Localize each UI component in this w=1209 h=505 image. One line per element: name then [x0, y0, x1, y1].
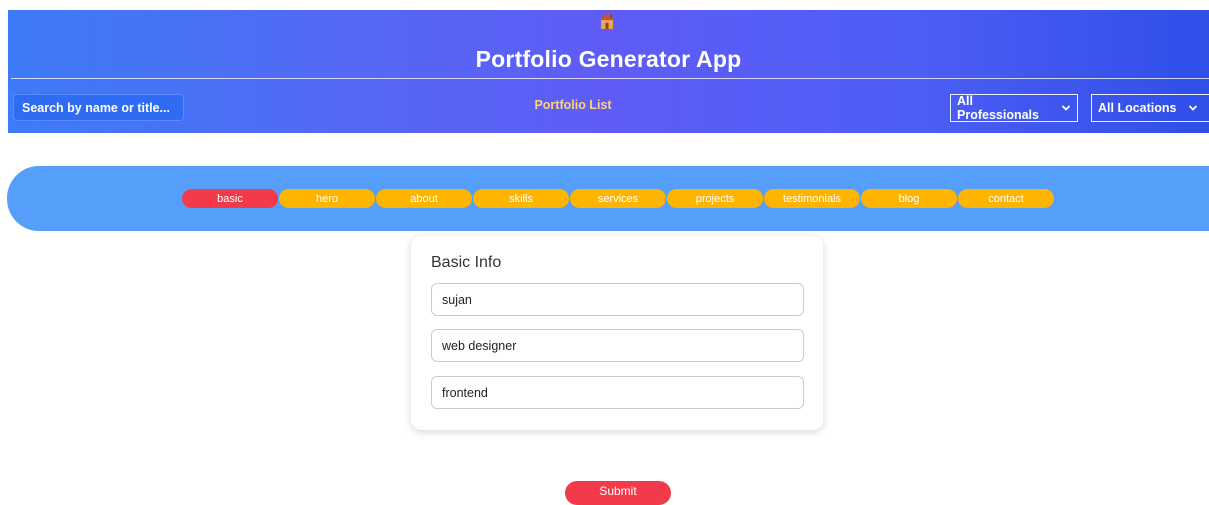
card-title: Basic Info [431, 254, 502, 271]
tab-projects[interactable]: projects [667, 189, 763, 208]
app-title: Portfolio Generator App [475, 46, 742, 72]
app-header: Portfolio Generator App Portfolio List A… [8, 10, 1209, 133]
tab-hero[interactable]: hero [279, 189, 375, 208]
chevron-down-icon [1061, 103, 1071, 113]
locations-select-label: All Locations [1098, 101, 1177, 115]
chevron-down-icon [1188, 103, 1198, 113]
locations-select[interactable]: All Locations [1091, 94, 1209, 122]
tab-contact[interactable]: contact [958, 189, 1054, 208]
title-field[interactable] [431, 329, 804, 362]
basic-info-card: Basic Info [411, 236, 823, 430]
portfolio-list-link[interactable]: Portfolio List [518, 98, 628, 112]
tab-basic[interactable]: basic [182, 189, 278, 208]
professionals-select-label: All Professionals [957, 94, 1039, 122]
name-field[interactable] [431, 283, 804, 316]
tab-testimonials[interactable]: testimonials [764, 189, 860, 208]
professionals-select[interactable]: All Professionals [950, 94, 1078, 122]
tab-skills[interactable]: skills [473, 189, 569, 208]
tab-services[interactable]: services [570, 189, 666, 208]
role-field[interactable] [431, 376, 804, 409]
tab-blog[interactable]: blog [861, 189, 957, 208]
submit-button[interactable]: Submit [565, 481, 671, 505]
tab-about[interactable]: about [376, 189, 472, 208]
header-divider [11, 78, 1209, 79]
house-icon [598, 12, 616, 30]
search-input[interactable] [13, 94, 184, 121]
